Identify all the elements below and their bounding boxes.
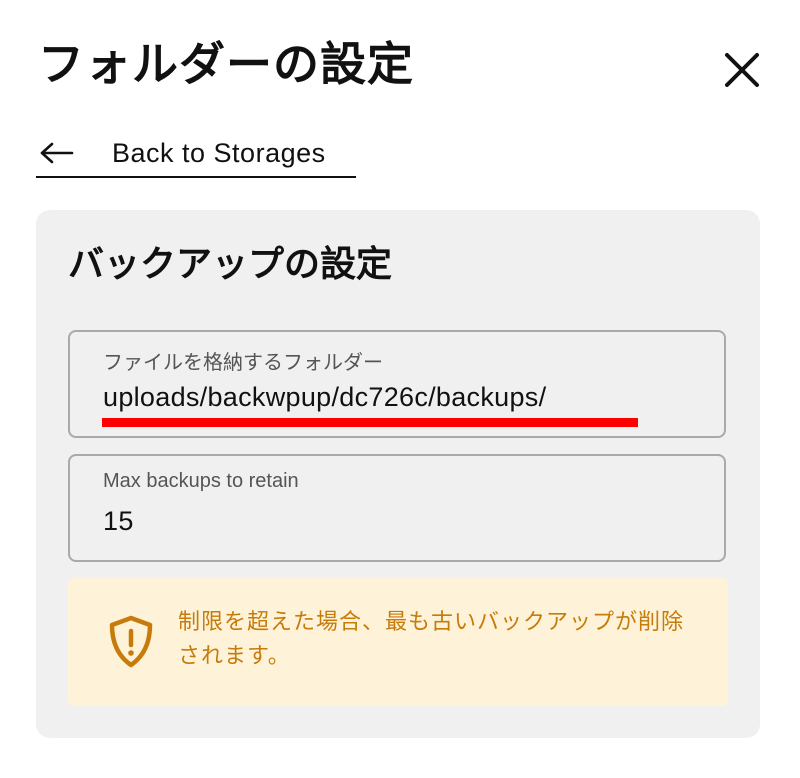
retention-notice-text: 制限を超えた場合、最も古いバックアップが削除されます。: [178, 610, 685, 669]
max-backups-label: Max backups to retain: [103, 470, 299, 492]
back-link-label: Back to Storages: [112, 137, 326, 168]
arrow-left-icon: [40, 141, 74, 165]
backup-folder-label: ファイルを格納するフォルダー: [103, 352, 383, 374]
close-icon: [725, 53, 759, 87]
red-highlight-underline: [102, 418, 638, 427]
close-button[interactable]: [718, 46, 766, 94]
shield-alert-icon: [106, 614, 156, 670]
max-backups-input[interactable]: 15: [103, 506, 134, 537]
retention-notice: 制限を超えた場合、最も古いバックアップが削除されます。: [68, 578, 728, 706]
folder-settings-dialog: フォルダーの設定 Back to Storages バックアップの設定 ファイル…: [0, 0, 800, 778]
section-title: バックアップの設定: [68, 244, 393, 285]
backup-folder-input[interactable]: uploads/backwpup/dc726c/backups/: [103, 382, 546, 413]
back-to-storages-link[interactable]: Back to Storages: [36, 130, 356, 178]
max-backups-field[interactable]: Max backups to retain 15: [68, 454, 726, 562]
dialog-title: フォルダーの設定: [38, 37, 414, 91]
backup-settings-card: バックアップの設定 ファイルを格納するフォルダー uploads/backwpu…: [36, 210, 760, 738]
backup-folder-field[interactable]: ファイルを格納するフォルダー uploads/backwpup/dc726c/b…: [68, 330, 726, 438]
